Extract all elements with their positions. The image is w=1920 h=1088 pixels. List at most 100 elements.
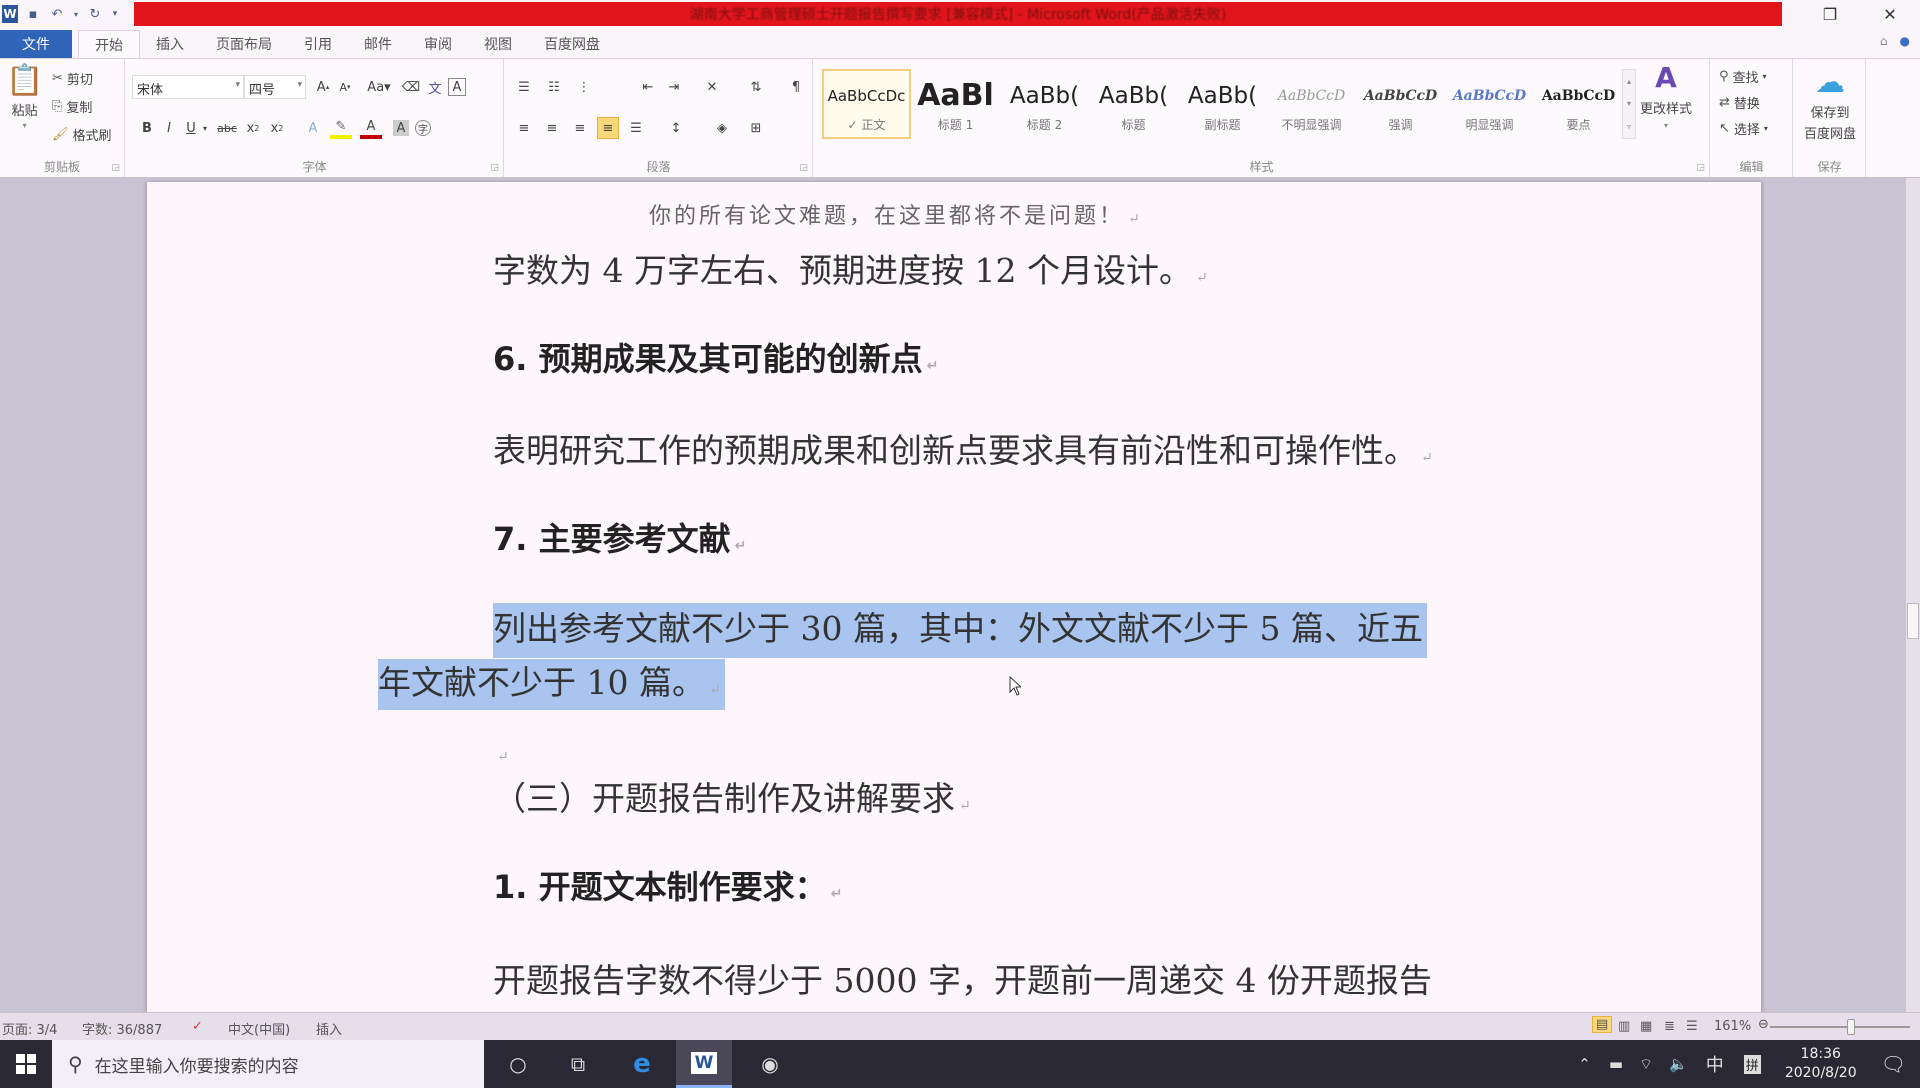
copy-button[interactable]: ⎘ 复制 <box>52 97 92 116</box>
font-name-combo[interactable]: 宋体 ▾ <box>132 75 244 99</box>
clock[interactable]: 18:36 2020/8/20 <box>1785 1045 1857 1083</box>
character-shading-button[interactable]: A <box>393 120 409 136</box>
zoom-out-icon[interactable]: ⊖ <box>1758 1017 1769 1032</box>
style-normal[interactable]: AaBbCcDc ✓ 正文 <box>822 69 911 139</box>
edge-icon[interactable]: e <box>614 1040 670 1088</box>
superscript-button[interactable]: x2 <box>266 117 288 139</box>
dialog-launcher-icon[interactable]: ◲ <box>111 163 120 173</box>
scroll-down-icon[interactable]: ▾ <box>1627 99 1631 108</box>
paste-button[interactable]: 📋 粘贴 ▾ <box>6 63 43 130</box>
start-button[interactable] <box>0 1040 52 1088</box>
word-count[interactable]: 字数: 36/887 <box>82 1019 162 1038</box>
change-case-button[interactable]: Aa▾ <box>364 76 394 98</box>
scroll-up-icon[interactable]: ▴ <box>1627 77 1631 86</box>
task-view-icon[interactable]: ⧉ <box>550 1040 606 1088</box>
tab-insert[interactable]: 插入 <box>140 30 200 58</box>
outline-view-icon[interactable]: ≣ <box>1664 1019 1675 1034</box>
bullets-button[interactable]: ☰ <box>513 76 535 98</box>
strikethrough-button[interactable]: abc <box>214 117 240 139</box>
redo-icon[interactable]: ↻ <box>86 5 104 23</box>
wifi-icon[interactable]: ⌔ <box>1639 1055 1653 1074</box>
tab-file[interactable]: 文件 <box>0 30 72 58</box>
document-page[interactable]: 你的所有论文难题，在这里都将不是问题！ ↵ 字数为 4 万字左右、预期进度按 12… <box>147 182 1761 1012</box>
ime-language[interactable]: 中 <box>1706 1051 1724 1077</box>
borders-button[interactable]: ⊞ <box>745 117 767 139</box>
zoom-level[interactable]: 161% <box>1714 1019 1751 1034</box>
line-spacing-button[interactable]: ↕ <box>665 117 687 139</box>
tab-home[interactable]: 开始 <box>78 30 140 58</box>
ime-mode[interactable]: 拼 <box>1743 1054 1761 1074</box>
restore-button[interactable]: ❐ <box>1800 0 1860 28</box>
selected-paragraph-line-2[interactable]: 年文献不少于 10 篇。 ↵ <box>378 656 725 710</box>
app-taskbar-icon[interactable]: ◉ <box>742 1040 798 1088</box>
language[interactable]: 中文(中国) <box>228 1019 290 1038</box>
enclose-characters-button[interactable]: 字 <box>415 120 431 136</box>
increase-indent-button[interactable]: ⇥ <box>663 76 685 98</box>
distributed-button[interactable]: ☰ <box>625 117 647 139</box>
align-right-button[interactable]: ≡ <box>569 117 591 139</box>
proofing-icon[interactable]: ✓ <box>192 1019 203 1034</box>
bold-button[interactable]: B <box>136 117 158 139</box>
vertical-scrollbar[interactable] <box>1906 178 1920 1012</box>
style-emphasis[interactable]: AaBbCcD 强调 <box>1356 69 1445 139</box>
cut-button[interactable]: ✂ 剪切 <box>52 69 93 88</box>
customize-qat-icon[interactable]: ▾ <box>110 5 120 23</box>
underline-button[interactable]: U <box>180 117 202 139</box>
italic-button[interactable]: I <box>158 117 180 139</box>
subscript-button[interactable]: x2 <box>242 117 264 139</box>
underline-dropdown-icon[interactable]: ▾ <box>200 117 210 139</box>
format-painter-button[interactable]: 🖌 格式刷 <box>52 125 112 144</box>
tab-baidu-netdisk[interactable]: 百度网盘 <box>528 30 616 58</box>
insert-mode[interactable]: 插入 <box>316 1019 342 1038</box>
page-count[interactable]: 页面: 3/4 <box>2 1019 57 1038</box>
sort-button[interactable]: ⇅ <box>745 76 767 98</box>
tab-view[interactable]: 视图 <box>468 30 528 58</box>
grow-font-button[interactable]: A ▴ <box>312 76 334 98</box>
battery-icon[interactable]: ▬ <box>1609 1055 1623 1073</box>
full-screen-view-icon[interactable]: ▥ <box>1618 1019 1630 1034</box>
show-hidden-icons[interactable]: ⌃ <box>1578 1055 1591 1073</box>
text-effects-button[interactable]: A <box>302 117 324 139</box>
multilevel-list-button[interactable]: ⋮ <box>573 76 595 98</box>
find-button[interactable]: ⚲ 查找 ▾ <box>1719 67 1767 86</box>
shading-button[interactable]: ◈ <box>711 117 733 139</box>
style-intense-emphasis[interactable]: AaBbCcD 明显强调 <box>1445 69 1534 139</box>
selected-text[interactable]: 年文献不少于 10 篇。 <box>378 663 705 702</box>
save-icon[interactable]: ▪ <box>24 5 42 23</box>
tab-page-layout[interactable]: 页面布局 <box>200 30 288 58</box>
dialog-launcher-icon[interactable]: ◲ <box>1696 163 1705 173</box>
dialog-launcher-icon[interactable]: ◲ <box>490 163 499 173</box>
justify-button[interactable]: ≡ <box>597 117 619 139</box>
close-button[interactable]: ✕ <box>1860 0 1920 28</box>
notifications-icon[interactable]: 🗨 <box>1881 1052 1906 1076</box>
clear-formatting-button[interactable]: ⌫ <box>400 76 422 98</box>
word-taskbar-icon[interactable]: W <box>676 1040 732 1088</box>
word-app-icon[interactable]: W <box>2 5 18 23</box>
font-size-combo[interactable]: 四号 ▾ <box>244 75 306 99</box>
more-styles-icon[interactable]: ▿ <box>1627 122 1631 131</box>
zoom-slider-knob[interactable] <box>1846 1019 1855 1035</box>
volume-icon[interactable]: 🔈 <box>1669 1055 1688 1073</box>
numbering-button[interactable]: ☷ <box>543 76 565 98</box>
style-subtitle[interactable]: AaBb( 副标题 <box>1178 69 1267 139</box>
dialog-launcher-icon[interactable]: ◲ <box>799 163 808 173</box>
shrink-font-button[interactable]: A ▾ <box>334 76 356 98</box>
print-layout-view-icon[interactable]: ▤ <box>1592 1016 1613 1033</box>
font-color-button[interactable]: A <box>360 117 382 139</box>
select-button[interactable]: ↖ 选择 ▾ <box>1719 119 1768 138</box>
undo-icon[interactable]: ↶ <box>48 5 66 23</box>
style-title[interactable]: AaBb( 标题 <box>1089 69 1178 139</box>
selected-paragraph-line-1[interactable]: 列出参考文献不少于 30 篇，其中：外文文献不少于 5 篇、近五 <box>493 602 1427 658</box>
tab-references[interactable]: 引用 <box>288 30 348 58</box>
style-strong[interactable]: AaBbCcD 要点 <box>1534 69 1623 139</box>
taskbar-search[interactable]: ⚲ 在这里输入你要搜索的内容 <box>52 1040 484 1088</box>
change-styles-button[interactable]: A 更改样式 ▾ <box>1640 61 1692 130</box>
tab-mailings[interactable]: 邮件 <box>348 30 408 58</box>
undo-dropdown-icon[interactable]: ▾ <box>72 5 80 23</box>
web-layout-view-icon[interactable]: ▦ <box>1640 1019 1652 1034</box>
selected-text[interactable]: 列出参考文献不少于 30 篇，其中：外文文献不少于 5 篇、近五 <box>493 603 1427 658</box>
cortana-icon[interactable]: ○ <box>490 1040 546 1088</box>
style-heading-2[interactable]: AaBb( 标题 2 <box>1000 69 1089 139</box>
phonetic-guide-button[interactable]: 文 <box>424 76 446 98</box>
highlight-color-button[interactable]: ✎ <box>330 117 352 139</box>
